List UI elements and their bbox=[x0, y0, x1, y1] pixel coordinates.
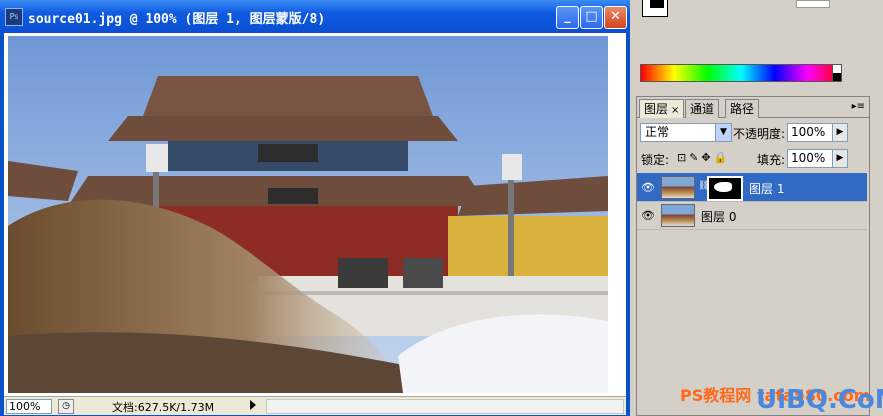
document-window: Ps source01.jpg @ 100% (图层 1, 图层蒙版/8) _ … bbox=[0, 0, 630, 416]
lock-label: 锁定: bbox=[641, 153, 670, 167]
fill-label: 填充: bbox=[757, 153, 786, 167]
opacity-arrow-icon[interactable]: ▶ bbox=[832, 123, 848, 142]
close-button[interactable]: ✕ bbox=[604, 6, 627, 29]
maximize-button[interactable]: □ bbox=[580, 6, 603, 29]
photoshop-icon: Ps bbox=[5, 8, 23, 26]
eye-icon[interactable]: 👁 bbox=[641, 209, 655, 222]
window-titlebar[interactable]: Ps source01.jpg @ 100% (图层 1, 图层蒙版/8) _ … bbox=[0, 0, 630, 33]
color-spectrum[interactable] bbox=[640, 64, 842, 82]
zoom-field[interactable]: 100% bbox=[6, 399, 52, 414]
temple-photo bbox=[8, 36, 608, 393]
lock-icons[interactable]: ⊡✎✥🔒 bbox=[677, 151, 730, 164]
tab-label: 图层 bbox=[644, 102, 669, 116]
fill-field[interactable]: 100% bbox=[787, 149, 834, 168]
watermark-cn: PS教程网 bbox=[680, 386, 752, 405]
layer-row-0[interactable]: 👁 图层 0 bbox=[637, 201, 867, 230]
layer-thumbnail bbox=[661, 176, 695, 199]
opacity-field[interactable]: 100% bbox=[787, 123, 834, 142]
tab-close-icon[interactable]: × bbox=[671, 105, 679, 116]
status-arrow-icon[interactable] bbox=[250, 400, 256, 410]
status-bar: 100% ◷ 文档:627.5K/1.73M bbox=[4, 396, 626, 415]
layer-row-1[interactable]: 👁 ⛓ 图层 1 bbox=[637, 173, 867, 202]
layer-thumbnail bbox=[661, 204, 695, 227]
document-info: 文档:627.5K/1.73M bbox=[112, 401, 215, 414]
blend-mode-select[interactable]: 正常 ▼ bbox=[640, 123, 732, 142]
fill-arrow-icon[interactable]: ▶ bbox=[832, 149, 848, 168]
image-canvas[interactable] bbox=[8, 36, 608, 393]
chevron-down-icon[interactable]: ▼ bbox=[715, 124, 731, 141]
blend-mode-value: 正常 bbox=[645, 125, 670, 139]
layer-name: 图层 0 bbox=[701, 210, 737, 224]
panel-menu-icon[interactable]: ▸≡ bbox=[852, 101, 865, 112]
foreground-color-swatch[interactable] bbox=[650, 0, 664, 8]
blend-opacity-row: 正常 ▼ 不透明度: 100% ▶ bbox=[637, 121, 869, 143]
watermark-brand: UiBQ.CoM bbox=[756, 385, 883, 415]
horizontal-scrollbar[interactable] bbox=[266, 399, 624, 414]
color-value-field[interactable] bbox=[796, 0, 830, 8]
layer-name: 图层 1 bbox=[749, 182, 785, 196]
black-white-swatch[interactable] bbox=[832, 64, 842, 82]
status-menu-icon[interactable]: ◷ bbox=[58, 399, 74, 414]
layers-panel: 图层 × 通道 路径 ▸≡ 正常 ▼ 不透明度: 100% ▶ 锁定: ⊡✎✥🔒 … bbox=[636, 96, 870, 416]
tab-channels[interactable]: 通道 bbox=[685, 99, 720, 118]
opacity-label: 不透明度: bbox=[733, 127, 786, 141]
minimize-button[interactable]: _ bbox=[556, 6, 579, 29]
tab-layers[interactable]: 图层 × bbox=[639, 99, 685, 118]
lock-fill-row: 锁定: ⊡✎✥🔒 填充: 100% ▶ bbox=[637, 147, 869, 169]
right-panel: 图层 × 通道 路径 ▸≡ 正常 ▼ 不透明度: 100% ▶ 锁定: ⊡✎✥🔒 … bbox=[630, 0, 883, 416]
window-title: source01.jpg @ 100% (图层 1, 图层蒙版/8) bbox=[28, 12, 326, 27]
layer-mask-thumbnail[interactable] bbox=[707, 176, 743, 201]
tab-paths[interactable]: 路径 bbox=[725, 99, 760, 118]
eye-icon[interactable]: 👁 bbox=[641, 181, 655, 194]
layers-panel-header: 图层 × 通道 路径 ▸≡ bbox=[637, 97, 869, 118]
